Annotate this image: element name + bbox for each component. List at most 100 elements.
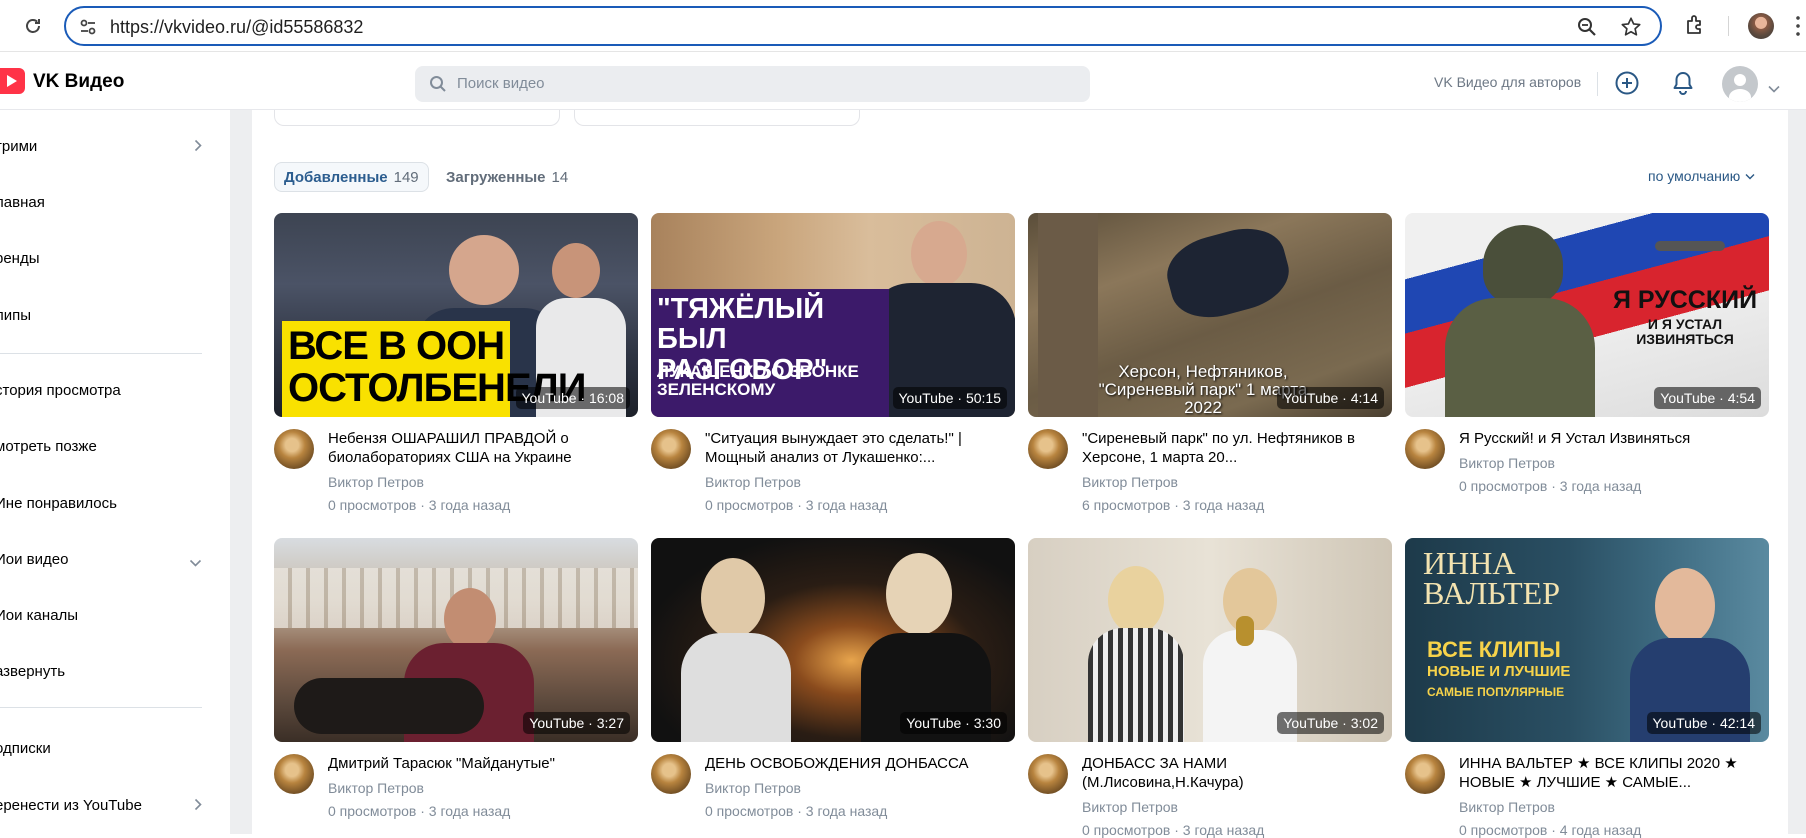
video-thumbnail[interactable]: Херсон, Нефтяников, "Сиреневый парк" 1 м…	[1028, 213, 1392, 417]
chevron-down-icon	[189, 554, 202, 571]
sidebar-item-label: мотреть позже	[0, 437, 97, 455]
video-title[interactable]: Дмитрий Тарасюк "Майданутые"	[328, 754, 628, 773]
video-title[interactable]: "Сиреневый парк" по ул. Нефтяников в Хер…	[1082, 429, 1382, 467]
chevron-down-icon[interactable]	[1768, 80, 1780, 98]
video-card[interactable]: "ТЯЖЁЛЫЙ БЫЛ РАЗГОВОР" ЛУКАШЕНКО О ЗВОНК…	[651, 213, 1015, 513]
sidebar-item-liked[interactable]: Ине понравилось	[0, 483, 210, 523]
chevron-right-icon	[194, 798, 202, 815]
sidebar-divider	[0, 707, 202, 708]
tab-added[interactable]: Добавленные 149	[274, 162, 429, 192]
sidebar-item-label: лавная	[0, 193, 45, 211]
sidebar-item-trends[interactable]: ренды	[0, 238, 210, 278]
sort-dropdown[interactable]: по умолчанию	[1648, 168, 1755, 184]
video-duration: YouTube · 3:27	[523, 712, 630, 734]
video-thumbnail[interactable]: YouTube · 3:30	[651, 538, 1015, 742]
channel-avatar[interactable]	[274, 754, 314, 794]
sidebar-item-my-channels[interactable]: Иои каналы	[0, 595, 210, 635]
video-card[interactable]: YouTube · 3:02 ДОНБАСС ЗА НАМИ (М.Лисови…	[1028, 538, 1392, 838]
video-title[interactable]: Я Русский! и Я Устал Извиняться	[1459, 429, 1759, 448]
video-author[interactable]: Виктор Петров	[1082, 799, 1178, 815]
channel-avatar[interactable]	[1405, 429, 1445, 469]
channel-avatar[interactable]	[651, 754, 691, 794]
sidebar-item-expand[interactable]: азвернуть	[0, 651, 210, 691]
vk-video-logo-icon[interactable]	[0, 68, 25, 94]
video-thumbnail[interactable]: YouTube · 3:02	[1028, 538, 1392, 742]
user-avatar[interactable]	[1722, 66, 1758, 102]
channel-avatar[interactable]	[1028, 754, 1068, 794]
video-thumbnail[interactable]: ИННА ВАЛЬТЕР ВСЕ КЛИПЫ НОВЫЕ И ЛУЧШИЕ СА…	[1405, 538, 1769, 742]
video-thumbnail[interactable]: ВСЕ В ООН ОСТОЛБЕНЕЛИ YouTube · 16:08	[274, 213, 638, 417]
video-duration: YouTube · 3:30	[900, 712, 1007, 734]
video-card[interactable]: ИННА ВАЛЬТЕР ВСЕ КЛИПЫ НОВЫЕ И ЛУЧШИЕ СА…	[1405, 538, 1769, 838]
sidebar-item-label: азвернуть	[0, 662, 66, 680]
video-title[interactable]: ИННА ВАЛЬТЕР ★ ВСЕ КЛИПЫ 2020 ★ НОВЫЕ ★ …	[1459, 754, 1759, 792]
thumbnail-subtext: И Я УСТАЛ ИЗВИНЯТЬСЯ	[1636, 316, 1734, 347]
tab-uploaded[interactable]: Загруженные 14	[446, 162, 568, 192]
video-author[interactable]: Виктор Петров	[705, 474, 801, 490]
sidebar-item-label: Иои видео	[0, 550, 69, 568]
video-author[interactable]: Виктор Петров	[705, 780, 801, 796]
plane-figure	[1655, 241, 1725, 251]
thumbnail-text: ИННА ВАЛЬТЕР	[1423, 545, 1560, 612]
channel-avatar[interactable]	[1405, 754, 1445, 794]
thumbnail-subtext: НОВЫЕ И ЛУЧШИЕ	[1427, 663, 1571, 680]
video-author[interactable]: Виктор Петров	[1082, 474, 1178, 490]
browser-toolbar: https://vkvideo.ru/@id55586832	[0, 0, 1806, 52]
sidebar-item-import-youtube[interactable]: еренести из YouTube	[0, 785, 210, 825]
video-title[interactable]: ДЕНЬ ОСВОБОЖДЕНИЯ ДОНБАССА	[705, 754, 1005, 773]
guitar	[294, 678, 484, 734]
authors-link[interactable]: VK Видео для авторов	[1434, 74, 1581, 90]
channel-avatar[interactable]	[274, 429, 314, 469]
sidebar-item-label: Ине понравилось	[0, 494, 117, 512]
sidebar-item-main[interactable]: лавная	[0, 182, 210, 222]
brand-name[interactable]: VK Видео	[33, 71, 124, 93]
channel-avatar[interactable]	[651, 429, 691, 469]
sidebar-item-history[interactable]: стория просмотра	[0, 370, 210, 410]
notifications-bell-icon[interactable]	[1670, 70, 1696, 101]
zoom-icon[interactable]	[1576, 16, 1598, 43]
video-card[interactable]: ВСЕ В ООН ОСТОЛБЕНЕЛИ YouTube · 16:08 Не…	[274, 213, 638, 513]
site-settings-icon[interactable]	[78, 17, 98, 42]
playlist-card[interactable]	[574, 110, 860, 126]
video-thumbnail[interactable]: "ТЯЖЁЛЫЙ БЫЛ РАЗГОВОР" ЛУКАШЕНКО О ЗВОНК…	[651, 213, 1015, 417]
sidebar-item-label: Иои каналы	[0, 606, 79, 624]
sidebar: трими лавная ренды липы стория просмотра…	[0, 110, 230, 834]
sidebar-item-subscriptions[interactable]: одписки	[0, 728, 210, 768]
video-author[interactable]: Виктор Петров	[1459, 799, 1555, 815]
search-input[interactable]: Поиск видео	[415, 66, 1090, 102]
video-card[interactable]: Я РУССКИЙ И Я УСТАЛ ИЗВИНЯТЬСЯ YouTube ·…	[1405, 213, 1769, 507]
channel-avatar[interactable]	[1028, 429, 1068, 469]
sidebar-item-streams[interactable]: трими	[0, 126, 210, 166]
toolbar-divider	[1728, 16, 1729, 36]
reload-icon[interactable]	[20, 13, 46, 39]
video-title[interactable]: ДОНБАСС ЗА НАМИ (М.Лисовина,Н.Качура)	[1082, 754, 1382, 792]
video-thumbnail[interactable]: Я РУССКИЙ И Я УСТАЛ ИЗВИНЯТЬСЯ YouTube ·…	[1405, 213, 1769, 417]
bookmark-star-icon[interactable]	[1620, 16, 1642, 43]
video-duration: YouTube · 50:15	[892, 387, 1007, 409]
video-card[interactable]: Херсон, Нефтяников, "Сиреневый парк" 1 м…	[1028, 213, 1392, 513]
extensions-icon[interactable]	[1683, 13, 1707, 42]
person-figure	[449, 235, 519, 305]
tab-label: Добавленные	[284, 168, 388, 186]
person-figure	[911, 221, 967, 287]
video-author[interactable]: Виктор Петров	[328, 780, 424, 796]
sidebar-item-watch-later[interactable]: мотреть позже	[0, 426, 210, 466]
microphone	[1236, 616, 1254, 646]
sidebar-item-clips[interactable]: липы	[0, 295, 210, 335]
browser-menu-icon[interactable]	[1796, 14, 1800, 38]
video-stats: 6 просмотров · 3 года назад	[1082, 497, 1265, 513]
playlist-card[interactable]	[274, 110, 560, 126]
video-title[interactable]: "Ситуация вынуждает это сделать!" | Мощн…	[705, 429, 1005, 467]
person-figure	[444, 588, 496, 650]
address-bar[interactable]: https://vkvideo.ru/@id55586832	[64, 6, 1662, 46]
sidebar-item-my-videos[interactable]: Иои видео	[0, 539, 210, 579]
video-author[interactable]: Виктор Петров	[1459, 455, 1555, 471]
video-card[interactable]: YouTube · 3:27 Дмитрий Тарасюк "Майданут…	[274, 538, 638, 832]
sidebar-item-label: стория просмотра	[0, 381, 121, 399]
video-author[interactable]: Виктор Петров	[328, 474, 424, 490]
video-card[interactable]: YouTube · 3:30 ДЕНЬ ОСВОБОЖДЕНИЯ ДОНБАСС…	[651, 538, 1015, 832]
browser-profile-avatar[interactable]	[1748, 13, 1774, 39]
video-title[interactable]: Небензя ОШАРАШИЛ ПРАВДОЙ о биолаборатори…	[328, 429, 628, 467]
upload-plus-icon[interactable]	[1614, 70, 1640, 101]
video-thumbnail[interactable]: YouTube · 3:27	[274, 538, 638, 742]
